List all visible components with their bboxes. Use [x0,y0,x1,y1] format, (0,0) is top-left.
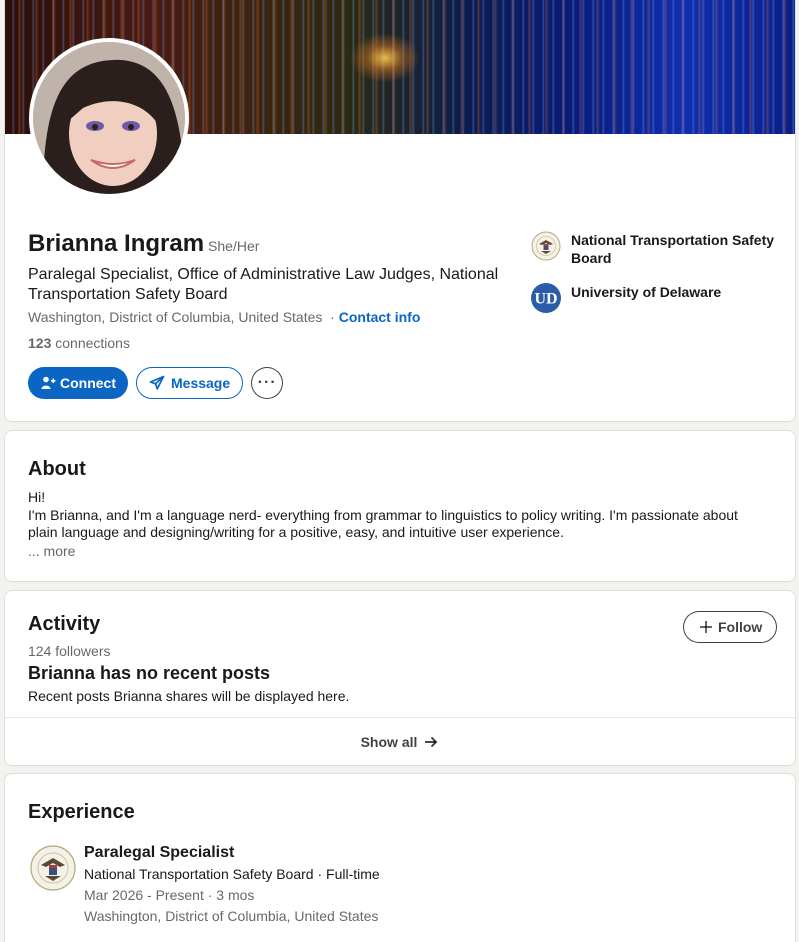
current-company-name: National Transportation Safety Board [571,232,775,266]
follow-label: Follow [718,619,763,635]
add-person-icon [41,376,56,389]
ntsb-seal-icon[interactable] [29,844,77,892]
message-button[interactable]: Message [136,367,244,399]
no-posts-subtitle: Recent posts Brianna shares will be disp… [28,688,350,704]
about-body: I'm Brianna, and I'm a language nerd- ev… [28,506,738,541]
experience-company: National Transportation Safety Board · F… [84,866,380,882]
location-separator: · [330,309,335,325]
about-see-more[interactable]: ... more [28,543,75,559]
about-card: About Hi! I'm Brianna, and I'm a languag… [4,430,796,582]
follow-button[interactable]: Follow [683,611,778,643]
connect-label: Connect [60,375,116,391]
experience-role[interactable]: Paralegal Specialist [84,844,234,862]
ntsb-seal-icon [531,231,561,261]
send-icon [149,375,165,390]
name-row: Brianna Ingram She/Her [28,230,259,258]
experience-location: Washington, District of Columbia, United… [84,908,379,924]
plus-icon [700,621,712,633]
education-link[interactable]: UD University of Delaware [531,283,781,313]
arrow-right-icon [425,736,438,748]
experience-card: Experience Paralegal Specialist National… [4,773,796,942]
profile-location: Washington, District of Columbia, United… [28,309,323,325]
current-company-link[interactable]: National Transportation Safety Board [531,231,781,267]
connections-count: 123 [28,335,52,351]
experience-dates: Mar 2026 - Present · 3 mos [84,887,255,903]
show-all-activity-button[interactable]: Show all [5,718,795,765]
profile-actions: Connect Message ··· [28,367,284,399]
profile-name: Brianna Ingram [28,230,205,257]
profile-right-links: National Transportation Safety Board UD … [531,231,781,329]
ud-logo-icon: UD [531,283,561,313]
message-label: Message [171,375,231,391]
more-actions-button[interactable]: ··· [251,367,284,399]
profile-top-card: Brianna Ingram She/Her Paralegal Special… [4,0,796,422]
profile-headline: Paralegal Specialist, Office of Administ… [28,266,499,303]
about-greeting: Hi! [28,489,46,505]
avatar[interactable] [29,38,189,198]
contact-info-link[interactable]: Contact info [339,309,421,325]
connections[interactable]: 123 connections [28,335,130,351]
ellipsis-icon: ··· [257,374,277,391]
about-text: Hi! I'm Brianna, and I'm a language nerd… [28,489,768,542]
pronouns: She/Her [208,238,260,254]
show-all-label: Show all [360,734,418,750]
connections-label: connections [55,335,130,351]
about-title: About [28,458,86,480]
followers-count: 124 followers [28,643,111,659]
activity-card: Activity 124 followers Follow Brianna ha… [4,590,796,766]
avatar-photo [33,42,185,194]
location-row: Washington, District of Columbia, United… [28,309,420,325]
experience-title: Experience [28,801,135,823]
banner-glow [350,33,420,83]
activity-title: Activity [28,613,101,635]
connect-button[interactable]: Connect [28,367,128,399]
education-name: University of Delaware [571,284,722,300]
svg-text:UD: UD [534,291,557,308]
no-posts-title: Brianna has no recent posts [28,663,271,683]
